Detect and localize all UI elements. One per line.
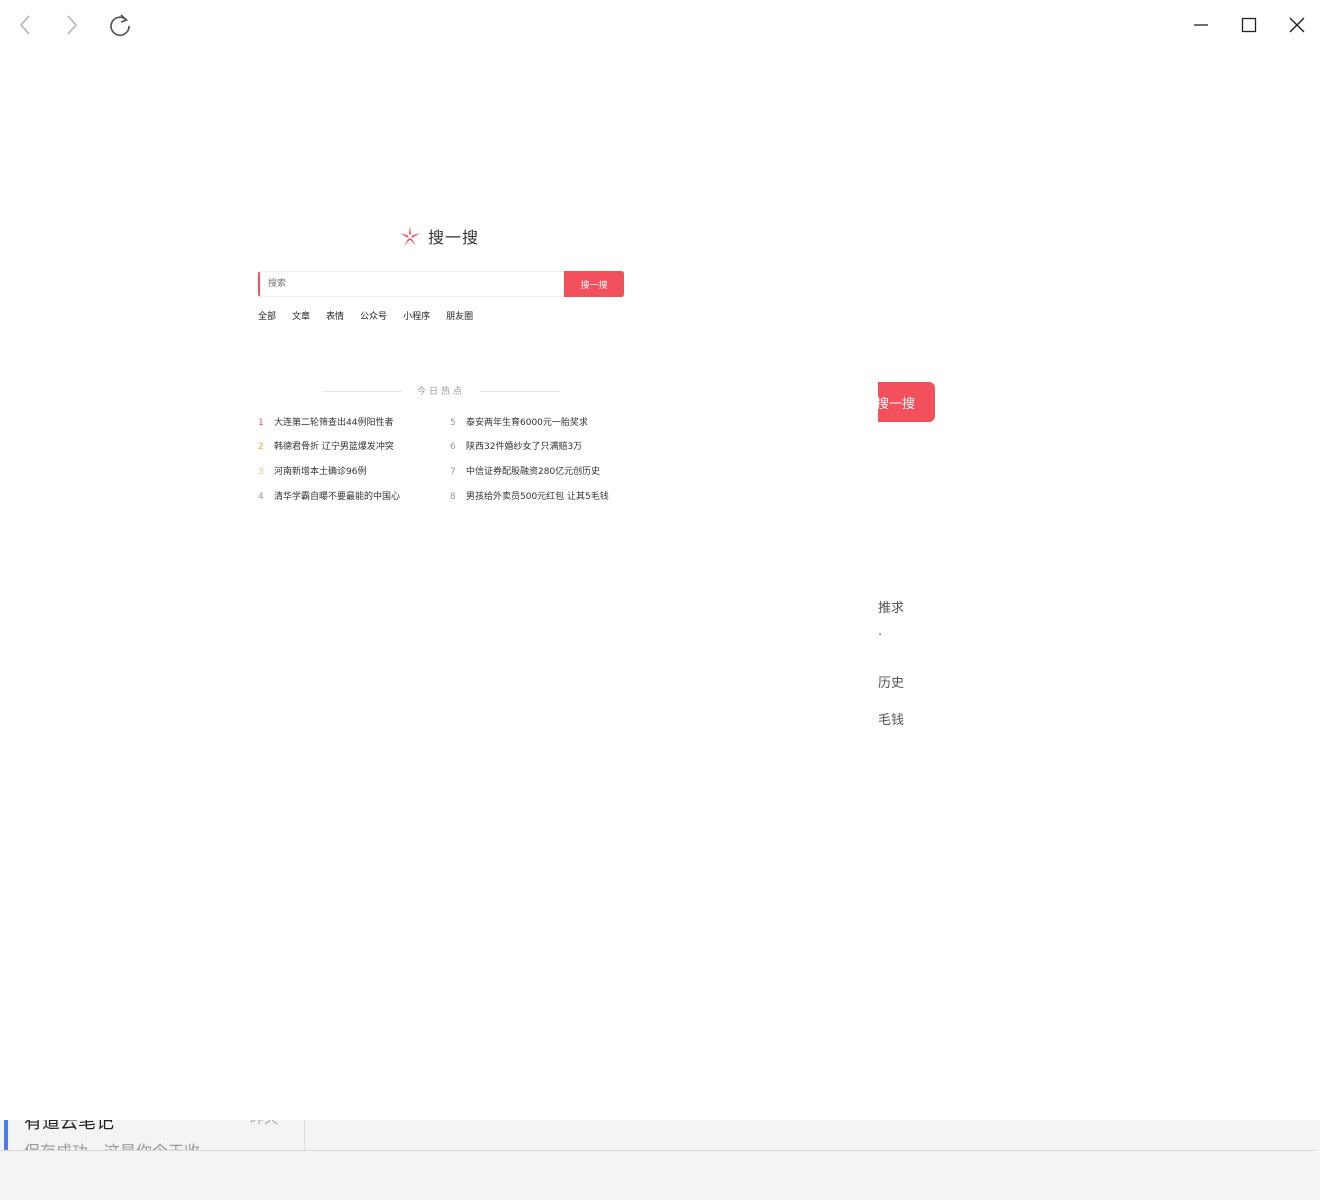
background-text: 推求 (878, 601, 905, 616)
hot-item[interactable]: 8 男孩给外卖员500元红包 让其5毛钱 (450, 489, 609, 502)
reload-button[interactable] (105, 10, 135, 40)
close-icon (1289, 17, 1305, 33)
divider (322, 391, 402, 392)
hot-text: 中信证券配股融资280亿元创历史 (466, 467, 601, 477)
hot-item[interactable]: 1 大连第二轮筛查出44例阳性者 (258, 415, 393, 428)
hot-rank: 1 (258, 418, 264, 428)
search-type-tabs: 全部 文章 表情 公众号 小程序 朋友圈 (258, 309, 489, 322)
hot-text: 男孩给外卖员500元红包 让其5毛钱 (466, 492, 609, 502)
notification-title: 有道云笔记 (24, 1120, 114, 1133)
hot-rank: 6 (450, 442, 456, 452)
hot-item[interactable]: 5 泰安两年生育6000元一胎奖求 (450, 415, 588, 428)
divider (480, 391, 560, 392)
search-input[interactable] (268, 272, 558, 296)
background-text: 历史 (878, 676, 905, 691)
close-button[interactable] (1282, 10, 1312, 40)
tab-articles[interactable]: 文章 (292, 309, 310, 322)
hot-text: 清华学霸自曝不要最能的中国心 (274, 492, 401, 502)
chevron-right-icon (67, 15, 78, 35)
hot-topics-header: 今日热点 (322, 384, 560, 398)
hot-topics-title: 今日热点 (417, 387, 466, 397)
notification-item[interactable]: 有道云笔记 昨天 保存成功，这是你今天收 (4, 1120, 305, 1150)
notification-time: 昨天 (250, 1120, 278, 1128)
divider (0, 1150, 1316, 1151)
background-text: 毛钱 (878, 713, 905, 728)
hot-text: 泰安两年生育6000元一胎奖求 (466, 418, 588, 428)
back-button[interactable] (10, 10, 40, 40)
maximize-icon (1241, 17, 1257, 33)
background-text: · (878, 628, 883, 643)
hot-item[interactable]: 7 中信证券配股融资280亿元创历史 (450, 464, 600, 477)
hot-rank: 3 (258, 467, 264, 477)
background-search-button: 搜一搜 (876, 382, 935, 422)
chevron-left-icon (19, 15, 30, 35)
notification-body: 保存成功，这是你今天收 (24, 1138, 200, 1150)
search-logo-icon (400, 226, 420, 246)
hot-text: 大连第二轮筛查出44例阳性者 (274, 418, 394, 428)
hot-item[interactable]: 2 韩德君骨折 辽宁男篮爆发冲突 (258, 439, 394, 452)
hot-text: 韩德君骨折 辽宁男篮爆发冲突 (274, 442, 394, 452)
maximize-button[interactable] (1234, 10, 1264, 40)
tab-moments[interactable]: 朋友圈 (446, 309, 473, 322)
tab-official-accounts[interactable]: 公众号 (360, 309, 387, 322)
hot-rank: 2 (258, 442, 264, 452)
hot-text: 河南新增本土确诊96例 (274, 467, 367, 477)
hot-item[interactable]: 6 陕西32件婚纱女了只满赔3万 (450, 439, 582, 452)
hot-text: 陕西32件婚纱女了只满赔3万 (466, 442, 583, 452)
minimize-button[interactable] (1186, 10, 1216, 40)
hot-rank: 4 (258, 492, 264, 502)
forward-button[interactable] (57, 10, 87, 40)
hot-item[interactable]: 4 清华学霸自曝不要最能的中国心 (258, 489, 400, 502)
tab-mini-programs[interactable]: 小程序 (403, 309, 430, 322)
hot-item[interactable]: 3 河南新增本土确诊96例 (258, 464, 366, 477)
hot-rank: 7 (450, 467, 456, 477)
logo: 搜一搜 (398, 222, 479, 250)
search-button[interactable]: 搜一搜 (564, 271, 624, 297)
logo-text: 搜一搜 (428, 228, 480, 247)
selection-indicator (4, 1120, 8, 1150)
title-bar (0, 0, 1320, 50)
background-search-button-label: 搜一搜 (876, 396, 916, 412)
hot-rank: 8 (450, 492, 456, 502)
tab-all[interactable]: 全部 (258, 309, 276, 322)
reload-icon (110, 14, 130, 37)
minimize-icon (1194, 24, 1208, 26)
hot-rank: 5 (450, 418, 456, 428)
tab-stickers[interactable]: 表情 (326, 309, 344, 322)
